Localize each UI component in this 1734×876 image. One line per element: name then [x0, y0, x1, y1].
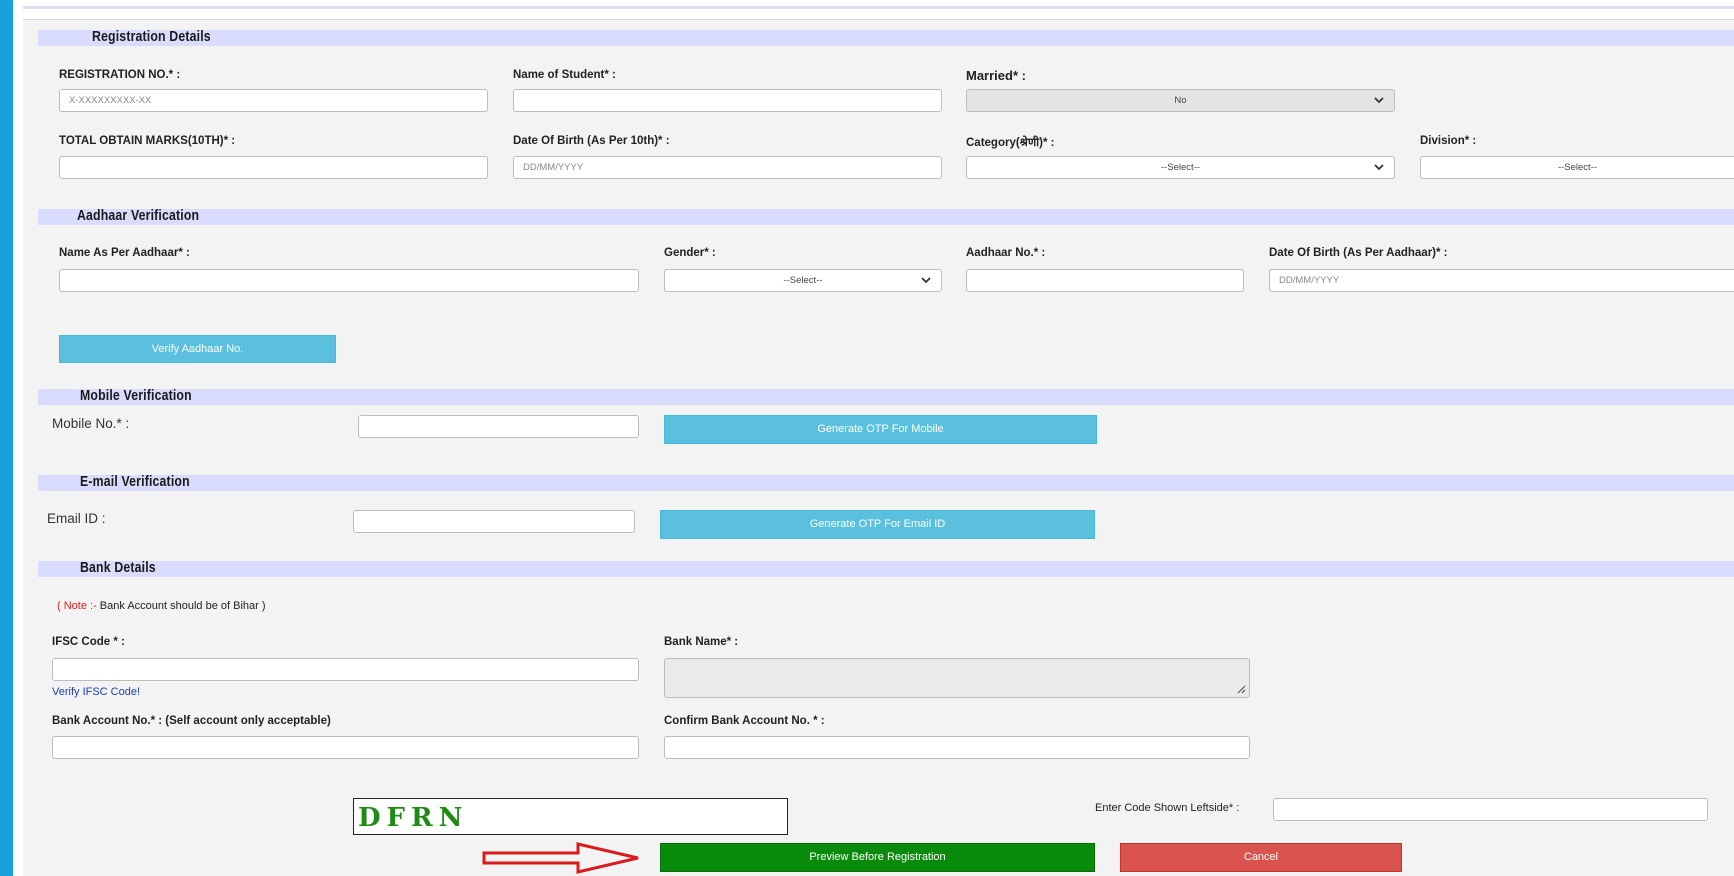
verify-aadhaar-button[interactable]: Verify Aadhaar No.: [59, 335, 336, 363]
aadhaar-section-bar: [38, 209, 1734, 225]
division-value: --Select--: [1557, 162, 1598, 173]
total-marks-input[interactable]: [59, 156, 488, 179]
preview-registration-button[interactable]: Preview Before Registration: [660, 843, 1095, 872]
chevron-down-icon: [1374, 97, 1384, 104]
mobile-section-title: Mobile Verification: [80, 387, 192, 404]
aadhaar-dob-label: Date Of Birth (As Per Aadhaar)* :: [1269, 247, 1448, 259]
bank-name-label: Bank Name* :: [664, 636, 739, 648]
ifsc-label: IFSC Code * :: [52, 636, 125, 648]
registration-no-input[interactable]: X-XXXXXXXXX-XX: [59, 89, 488, 112]
aadhaar-no-input[interactable]: [966, 269, 1244, 292]
captcha-code: DFRN: [358, 803, 469, 833]
bank-account-input[interactable]: [52, 736, 639, 759]
registration-section-bar: [38, 30, 1734, 46]
aadhaar-name-input[interactable]: [59, 269, 639, 292]
total-marks-label: TOTAL OBTAIN MARKS(10TH)* :: [59, 135, 236, 147]
category-value: --Select--: [1160, 162, 1201, 173]
email-id-input[interactable]: [353, 510, 635, 533]
bank-section-title: Bank Details: [80, 559, 156, 576]
bank-note: ( Note :- Bank Account should be of Biha…: [57, 600, 266, 612]
mobile-no-input[interactable]: [358, 415, 639, 438]
dob-10th-input[interactable]: DD/MM/YYYY: [513, 156, 942, 179]
category-label: Category(श्रेणी)* :: [966, 137, 1055, 149]
married-select[interactable]: No: [966, 89, 1395, 112]
mobile-section-bar: [38, 389, 1734, 405]
email-id-label: Email ID :: [47, 511, 106, 526]
captcha-image: DFRN: [353, 798, 788, 835]
captcha-input[interactable]: [1273, 798, 1708, 821]
aadhaar-no-label: Aadhaar No.* :: [966, 247, 1046, 259]
bank-note-prefix: ( Note :-: [57, 600, 100, 612]
gender-select[interactable]: --Select--: [664, 269, 942, 292]
red-arrow-icon: [482, 842, 639, 874]
bank-name-textarea[interactable]: [664, 658, 1250, 698]
cancel-button[interactable]: Cancel: [1120, 843, 1402, 872]
confirm-account-label: Confirm Bank Account No. * :: [664, 715, 825, 727]
category-select[interactable]: --Select--: [966, 156, 1395, 179]
bank-section-bar: [38, 561, 1734, 577]
chevron-down-icon: [921, 277, 931, 284]
verify-ifsc-link[interactable]: Verify IFSC Code!: [52, 686, 140, 698]
aadhaar-dob-input[interactable]: DD/MM/YYYY: [1269, 269, 1734, 292]
email-section-title: E-mail Verification: [80, 473, 190, 490]
married-label: Married* :: [966, 68, 1026, 83]
resize-handle-icon: [1237, 685, 1246, 694]
aadhaar-name-label: Name As Per Aadhaar* :: [59, 247, 190, 259]
chevron-down-icon: [1374, 164, 1384, 171]
confirm-account-input[interactable]: [664, 736, 1250, 759]
left-accent-bar: [0, 0, 13, 876]
gender-label: Gender* :: [664, 247, 716, 259]
student-name-input[interactable]: [513, 89, 942, 112]
bank-note-text: Bank Account should be of Bihar ): [99, 600, 266, 612]
left-gutter: [13, 0, 23, 876]
mobile-no-label: Mobile No.* :: [52, 416, 130, 431]
registration-section-title: Registration Details: [92, 28, 211, 45]
division-select[interactable]: --Select--: [1420, 156, 1734, 179]
email-section-bar: [38, 475, 1734, 491]
gender-value: --Select--: [783, 275, 823, 286]
division-label: Division* :: [1420, 135, 1477, 147]
top-header-divider: [23, 9, 1734, 20]
generate-otp-email-button[interactable]: Generate OTP For Email ID: [660, 510, 1095, 539]
ifsc-input[interactable]: [52, 658, 639, 681]
bank-account-label: Bank Account No.* : (Self account only a…: [52, 715, 331, 727]
captcha-enter-label: Enter Code Shown Leftside* :: [1095, 802, 1240, 814]
dob-10th-label: Date Of Birth (As Per 10th)* :: [513, 135, 670, 147]
generate-otp-mobile-button[interactable]: Generate OTP For Mobile: [664, 415, 1097, 444]
married-value: No: [1174, 95, 1187, 106]
registration-no-label: REGISTRATION NO.* :: [59, 69, 181, 81]
student-name-label: Name of Student* :: [513, 69, 616, 81]
aadhaar-section-title: Aadhaar Verification: [77, 207, 200, 224]
